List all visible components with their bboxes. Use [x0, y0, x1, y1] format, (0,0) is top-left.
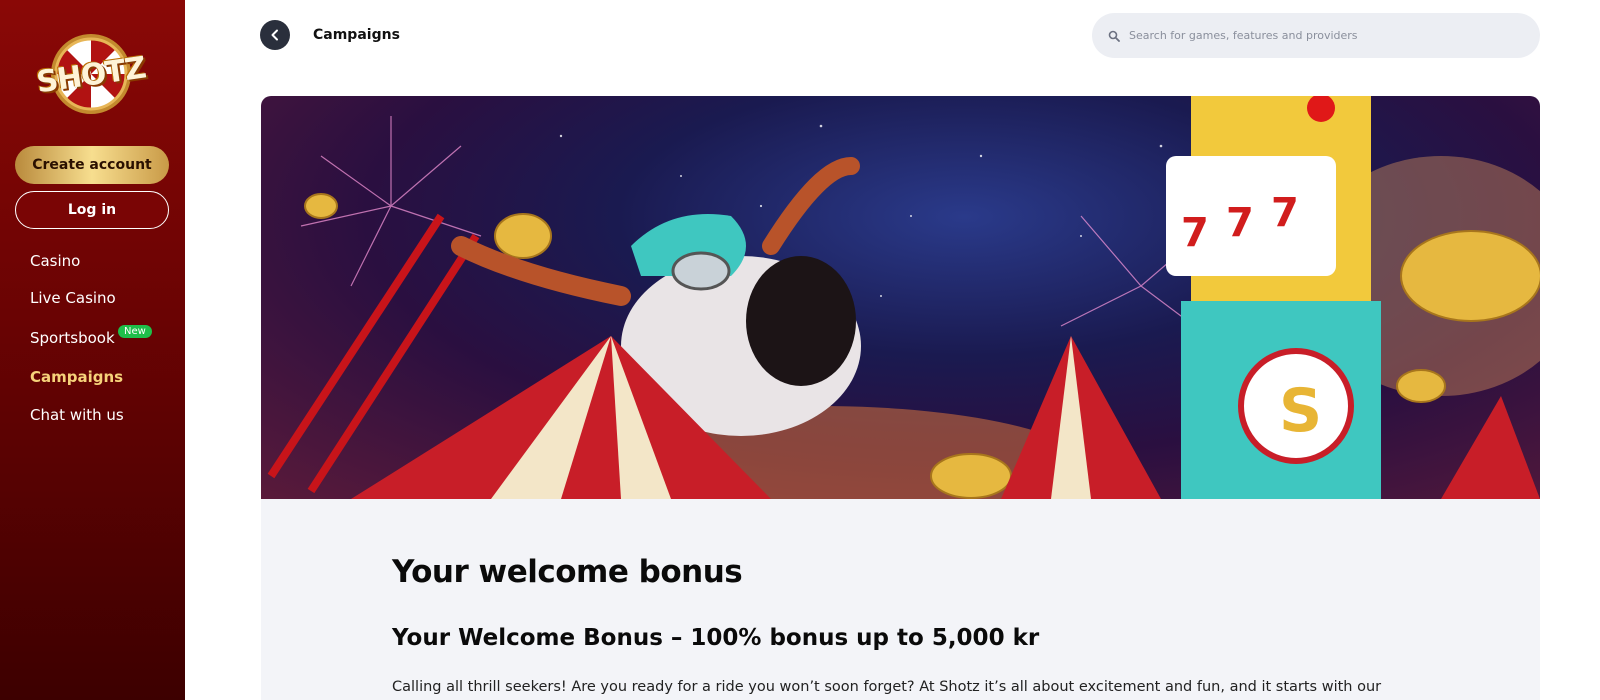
sidebar-item-chat[interactable]: Chat with us [30, 406, 124, 424]
chevron-left-icon [271, 29, 278, 41]
campaign-banner[interactable]: 777 S [261, 96, 1540, 499]
svg-text:S: S [1279, 376, 1322, 446]
new-badge: New [118, 325, 152, 338]
page-heading: Your welcome bonus [392, 554, 743, 590]
search-icon [1108, 30, 1120, 42]
login-button[interactable]: Log in [15, 191, 169, 229]
banner-illustration: 777 S [267, 96, 1540, 499]
page-title: Campaigns [313, 27, 400, 43]
create-account-button[interactable]: Create account [15, 146, 169, 184]
svg-text:7: 7 [1181, 210, 1209, 256]
sidebar-item-label: Sportsbook [30, 329, 115, 347]
search-bar[interactable] [1092, 13, 1540, 58]
campaign-content: Your welcome bonus Your Welcome Bonus – … [261, 499, 1540, 700]
bonus-subheading: Your Welcome Bonus – 100% bonus up to 5,… [392, 625, 1040, 651]
sidebar: SHOTZ Create account Log in Casino Live … [0, 0, 185, 700]
sidebar-item-sportsbook[interactable]: Sportsbook New [30, 325, 152, 347]
search-input[interactable] [1129, 29, 1529, 42]
back-button[interactable] [260, 20, 290, 50]
svg-text:7: 7 [1271, 190, 1299, 236]
sidebar-item-live-casino[interactable]: Live Casino [30, 289, 116, 307]
svg-text:7: 7 [1226, 200, 1254, 246]
intro-paragraph: Calling all thrill seekers! Are you read… [392, 679, 1382, 695]
shotz-logo[interactable]: SHOTZ [31, 24, 151, 122]
sidebar-item-casino[interactable]: Casino [30, 252, 80, 270]
sidebar-item-campaigns[interactable]: Campaigns [30, 368, 123, 386]
